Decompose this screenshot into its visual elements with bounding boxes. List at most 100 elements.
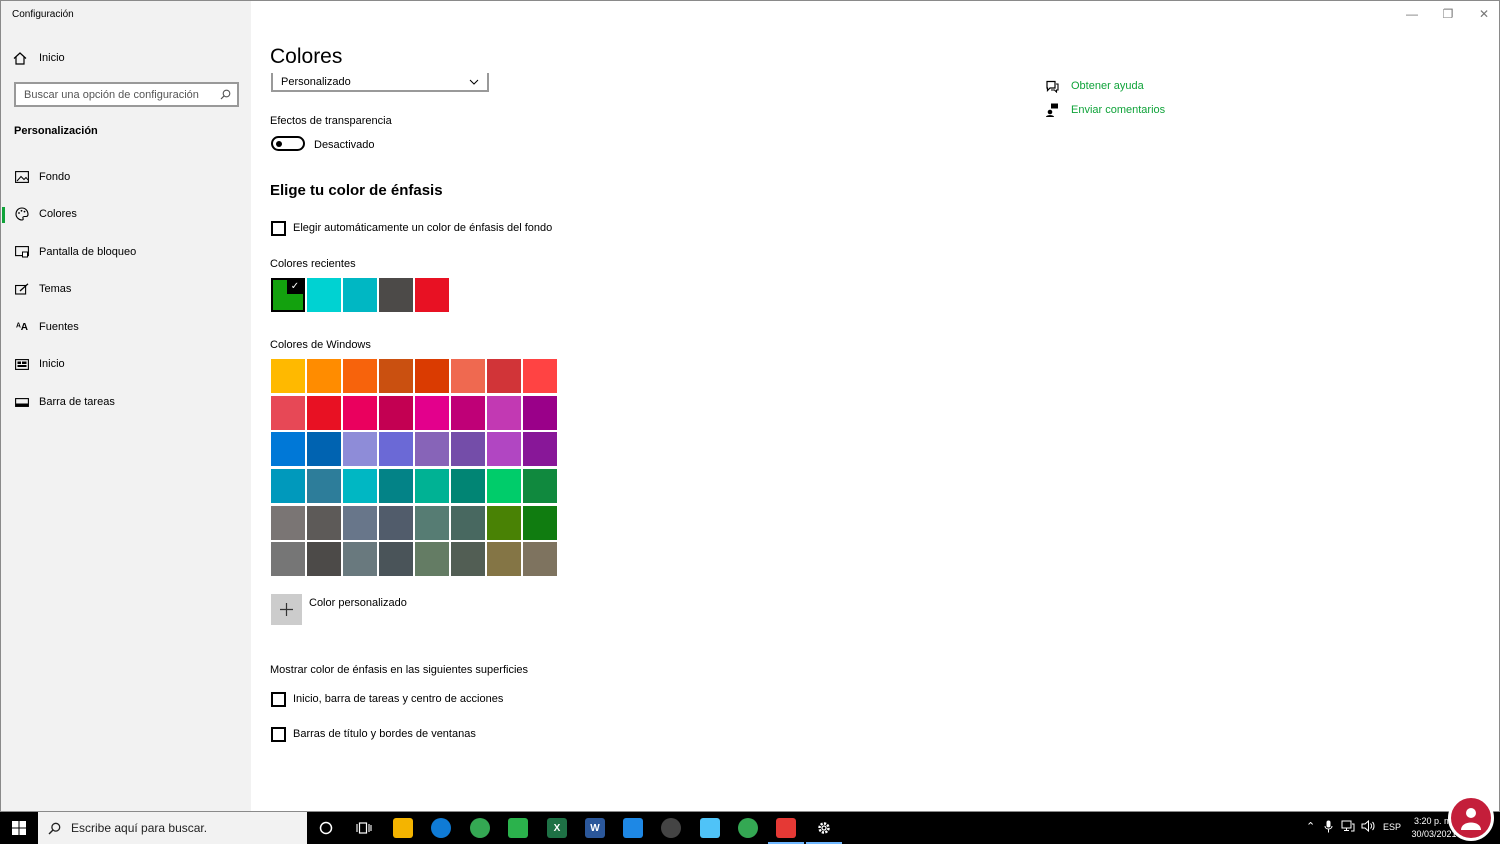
snipping-tool-icon[interactable] [623,818,643,838]
color-mode-dropdown[interactable]: Personalizado [271,73,489,92]
windows-color-swatch[interactable] [451,505,485,540]
volume-icon[interactable] [1361,819,1375,835]
chevron-up-icon[interactable]: ⌃ [1306,820,1315,833]
windows-color-swatch[interactable] [523,432,557,467]
windows-color-swatch[interactable] [271,469,305,504]
network-icon[interactable] [1341,820,1355,835]
surface-start-checkbox[interactable]: Inicio, barra de tareas y centro de acci… [271,691,503,707]
windows-color-swatch[interactable] [451,432,485,467]
windows-color-swatch[interactable] [343,542,377,577]
surface-titlebar-checkbox[interactable]: Barras de título y bordes de ventanas [271,726,476,742]
recent-color-swatch[interactable] [307,278,341,312]
recent-color-swatch-selected[interactable]: ✓ [271,278,305,312]
image-icon [14,170,30,184]
windows-color-swatch[interactable] [307,542,341,577]
windows-color-swatch[interactable] [523,469,557,504]
chrome-icon[interactable] [470,818,490,838]
windows-color-swatch[interactable] [451,469,485,504]
windows-color-swatch[interactable] [415,359,449,393]
sidebar-item-colores[interactable]: Colores [1,199,251,229]
windows-color-swatch[interactable] [451,395,485,430]
windows-color-swatch[interactable] [379,359,413,393]
recent-color-swatch[interactable] [415,278,449,312]
windows-color-swatch[interactable] [343,432,377,467]
get-help-link[interactable]: Obtener ayuda [1045,78,1144,94]
windows-color-swatch[interactable] [523,395,557,430]
excel-icon[interactable]: X [547,818,567,838]
windows-color-swatch[interactable] [343,505,377,540]
windows-color-swatch[interactable] [487,395,521,430]
windows-color-swatch[interactable] [523,359,557,393]
windows-color-swatch[interactable] [451,359,485,393]
windows-colors-label: Colores de Windows [270,339,371,351]
windows-color-swatch[interactable] [343,395,377,430]
sidebar-item-label: Temas [39,283,72,295]
sidebar-item-barra-de-tareas[interactable]: Barra de tareas [1,387,251,417]
windows-color-swatch[interactable] [307,432,341,467]
custom-color-label[interactable]: Color personalizado [309,597,407,609]
settings-gear-icon[interactable] [814,818,834,838]
windows-color-swatch[interactable] [487,505,521,540]
windows-color-swatch[interactable] [379,469,413,504]
checkbox-box[interactable] [271,220,286,236]
sidebar-home[interactable]: Inicio [13,49,65,67]
recent-color-swatch[interactable] [379,278,413,312]
windows-color-swatch[interactable] [415,469,449,504]
windows-color-swatch[interactable] [451,542,485,577]
transparency-toggle[interactable] [271,136,305,151]
windows-color-swatch[interactable] [415,395,449,430]
windows-color-swatch[interactable] [523,542,557,577]
windows-color-swatch[interactable] [415,505,449,540]
notes-icon[interactable] [700,818,720,838]
auto-accent-checkbox[interactable]: Elegir automáticamente un color de énfas… [271,220,552,236]
windows-color-swatch[interactable] [271,505,305,540]
windows-color-swatch[interactable] [343,469,377,504]
language-indicator[interactable]: ESP [1383,822,1401,832]
custom-color-button[interactable] [271,594,302,625]
checkbox-box[interactable] [271,726,286,742]
windows-color-swatch[interactable] [415,432,449,467]
windows-color-swatch[interactable] [307,395,341,430]
start-button[interactable] [0,812,38,844]
windows-color-swatch[interactable] [487,432,521,467]
media-player-icon[interactable] [661,818,681,838]
windows-color-swatch[interactable] [307,359,341,393]
windows-color-swatch[interactable] [487,542,521,577]
edge-icon[interactable] [431,818,451,838]
sidebar-item-fondo[interactable]: Fondo [1,162,251,192]
windows-color-swatch[interactable] [379,395,413,430]
windows-color-swatch[interactable] [487,359,521,393]
checkbox-box[interactable] [271,691,286,707]
recent-color-swatch[interactable] [343,278,377,312]
windows-color-swatch[interactable] [271,359,305,393]
windows-color-swatch[interactable] [379,505,413,540]
windows-color-swatch[interactable] [271,432,305,467]
sidebar-item-inicio[interactable]: Inicio [1,349,251,379]
windows-color-swatch[interactable] [307,505,341,540]
cortana-icon[interactable] [316,818,336,838]
feedback-link[interactable]: Enviar comentarios [1045,102,1165,118]
windows-color-swatch[interactable] [343,359,377,393]
sidebar-item-temas[interactable]: Temas [1,274,251,304]
word-icon[interactable]: W [585,818,605,838]
settings-search-input[interactable]: Buscar una opción de configuración [14,82,239,107]
sidebar-item-fuentes[interactable]: ᴬA Fuentes [1,312,251,342]
windows-color-swatch[interactable] [487,469,521,504]
camtasia-icon[interactable] [508,818,528,838]
search-icon[interactable] [220,89,231,100]
windows-color-swatch[interactable] [415,542,449,577]
task-view-icon[interactable] [354,818,374,838]
windows-color-swatch[interactable] [379,542,413,577]
windows-color-swatch[interactable] [379,432,413,467]
microphone-icon[interactable] [1324,820,1333,836]
file-explorer-icon[interactable] [393,818,413,838]
taskbar-search-input[interactable]: Escribe aquí para buscar. [38,812,307,844]
windows-color-swatch[interactable] [271,395,305,430]
sidebar-item-label: Barra de tareas [39,396,115,408]
windows-color-swatch[interactable] [271,542,305,577]
recorder-app-icon[interactable] [776,818,796,838]
sidebar-item-pantalla-de-bloqueo[interactable]: Pantalla de bloqueo [1,237,251,267]
windows-color-swatch[interactable] [523,505,557,540]
chrome-profile-icon[interactable] [738,818,758,838]
windows-color-swatch[interactable] [307,469,341,504]
